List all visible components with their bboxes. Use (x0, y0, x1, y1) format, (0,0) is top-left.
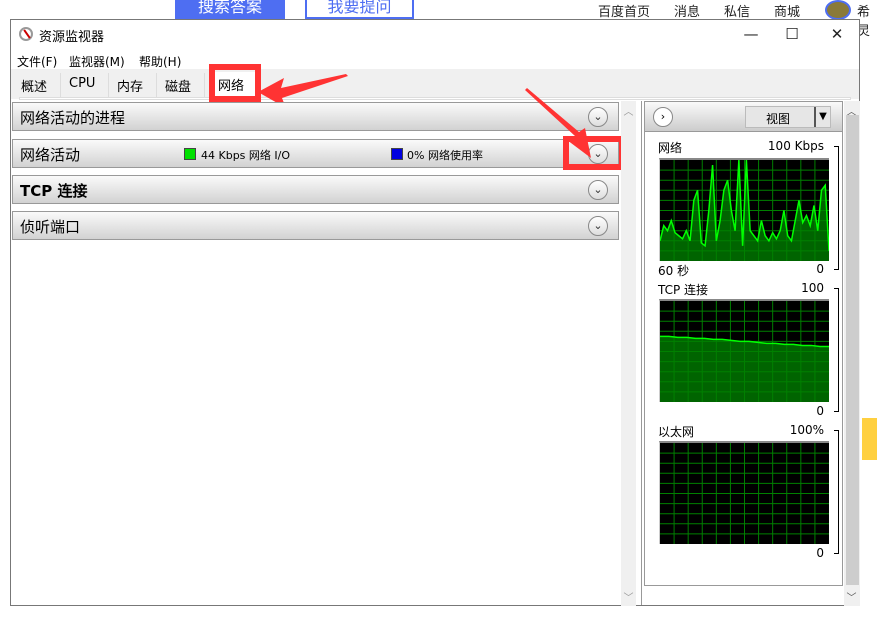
tab-overview[interactable]: 概述 (13, 73, 61, 97)
menu-help[interactable]: 帮助(H) (139, 53, 181, 70)
maximize-button[interactable]: ☐ (772, 22, 812, 46)
menu-file[interactable]: 文件(F) (17, 53, 57, 70)
resource-monitor-window: 资源监视器 — ☐ ✕ 文件(F) 监视器(M) 帮助(H) 概述 CPU 内存… (10, 19, 860, 606)
scrollbar-thumb[interactable] (846, 115, 859, 585)
section-tcp-connections[interactable]: TCP 连接 ⌄ (12, 175, 619, 204)
tab-divider (19, 97, 851, 100)
resource-monitor-icon (19, 27, 33, 41)
graph-panel-header: › 视图 ▼ (645, 102, 842, 132)
graph-timespan: 60 秒 (658, 264, 690, 278)
graph-min: 0 (816, 404, 824, 418)
minimize-button[interactable]: — (731, 22, 771, 46)
graph-min: 0 (816, 546, 824, 560)
avatar[interactable] (825, 0, 851, 20)
graph-pane: › 视图 ▼ 网络 100 Kbps 60 秒 0 TCP 连接 100 0 以… (641, 101, 844, 605)
graph-max: 100 (801, 281, 824, 295)
graph-max: 100% (789, 423, 824, 437)
link-messages[interactable]: 消息 (674, 1, 700, 20)
scale-bracket (834, 288, 839, 412)
network-io-legend: 44 Kbps 网络 I/O (201, 149, 291, 162)
section-title: TCP 连接 (20, 182, 88, 200)
section-title: 网络活动 (20, 146, 81, 164)
side-promo[interactable] (862, 418, 877, 460)
details-pane: 网络活动的进程 ⌄ 网络活动 44 Kbps 网络 I/O 0% 网络使用率 ⌄… (11, 101, 621, 606)
scroll-down-icon[interactable]: ﹀ (621, 589, 636, 604)
link-private-messages[interactable]: 私信 (724, 1, 750, 20)
view-button-label: 视图 (766, 112, 791, 126)
section-title: 网络活动的进程 (20, 109, 126, 127)
network-io-legend-icon (184, 148, 196, 160)
red-arrow-chevron (525, 88, 591, 158)
title-bar[interactable]: 资源监视器 — ☐ ✕ (11, 20, 859, 48)
menu-monitor[interactable]: 监视器(M) (69, 53, 125, 70)
link-mall[interactable]: 商城 (774, 1, 800, 20)
ask-question-button[interactable]: 我要提问 (305, 0, 414, 19)
tab-memory[interactable]: 内存 (109, 73, 157, 97)
user-name[interactable]: 希灵 (857, 1, 877, 39)
link-baidu-home[interactable]: 百度首页 (598, 1, 650, 20)
view-button[interactable]: 视图 ▼ (745, 106, 831, 128)
scroll-up-icon[interactable]: ︿ (621, 103, 636, 118)
chevron-down-icon[interactable]: ⌄ (588, 180, 608, 200)
graph-title: 以太网 (658, 425, 695, 439)
highlight-box-tab (209, 64, 261, 102)
window-title: 资源监视器 (39, 30, 105, 45)
network-usage-legend-icon (391, 148, 403, 160)
chevron-down-icon[interactable]: ⌄ (588, 216, 608, 236)
left-scrollbar[interactable]: ︿ ﹀ (621, 101, 636, 606)
network-graph (659, 158, 830, 261)
graph-panel: › 视图 ▼ 网络 100 Kbps 60 秒 0 TCP 连接 100 0 以… (644, 101, 843, 586)
chevron-right-icon[interactable]: › (653, 107, 673, 127)
section-listening-ports[interactable]: 侦听端口 ⌄ (12, 211, 619, 240)
close-button[interactable]: ✕ (817, 22, 857, 46)
tcp-connections-graph (659, 299, 829, 402)
dropdown-arrow-icon[interactable]: ▼ (814, 107, 830, 127)
scroll-down-icon[interactable]: ﹀ (844, 589, 859, 604)
graph-max: 100 Kbps (767, 139, 824, 153)
graph-title: TCP 连接 (658, 283, 709, 297)
section-title: 侦听端口 (20, 218, 81, 236)
tab-cpu[interactable]: CPU (61, 73, 109, 97)
search-answer-button[interactable]: 搜索答案 (175, 0, 285, 19)
scale-bracket (834, 146, 839, 270)
graph-title: 网络 (658, 141, 683, 155)
scale-bracket (834, 430, 839, 554)
menu-bar: 文件(F) 监视器(M) 帮助(H) (11, 50, 859, 70)
network-usage-legend: 0% 网络使用率 (407, 149, 483, 162)
tab-disk[interactable]: 磁盘 (157, 73, 205, 97)
tab-bar: 概述 CPU 内存 磁盘 网络 (11, 69, 859, 99)
right-scrollbar[interactable]: ︿ ﹀ (844, 101, 860, 606)
graph-min: 0 (816, 262, 824, 276)
ethernet-graph (659, 441, 829, 544)
